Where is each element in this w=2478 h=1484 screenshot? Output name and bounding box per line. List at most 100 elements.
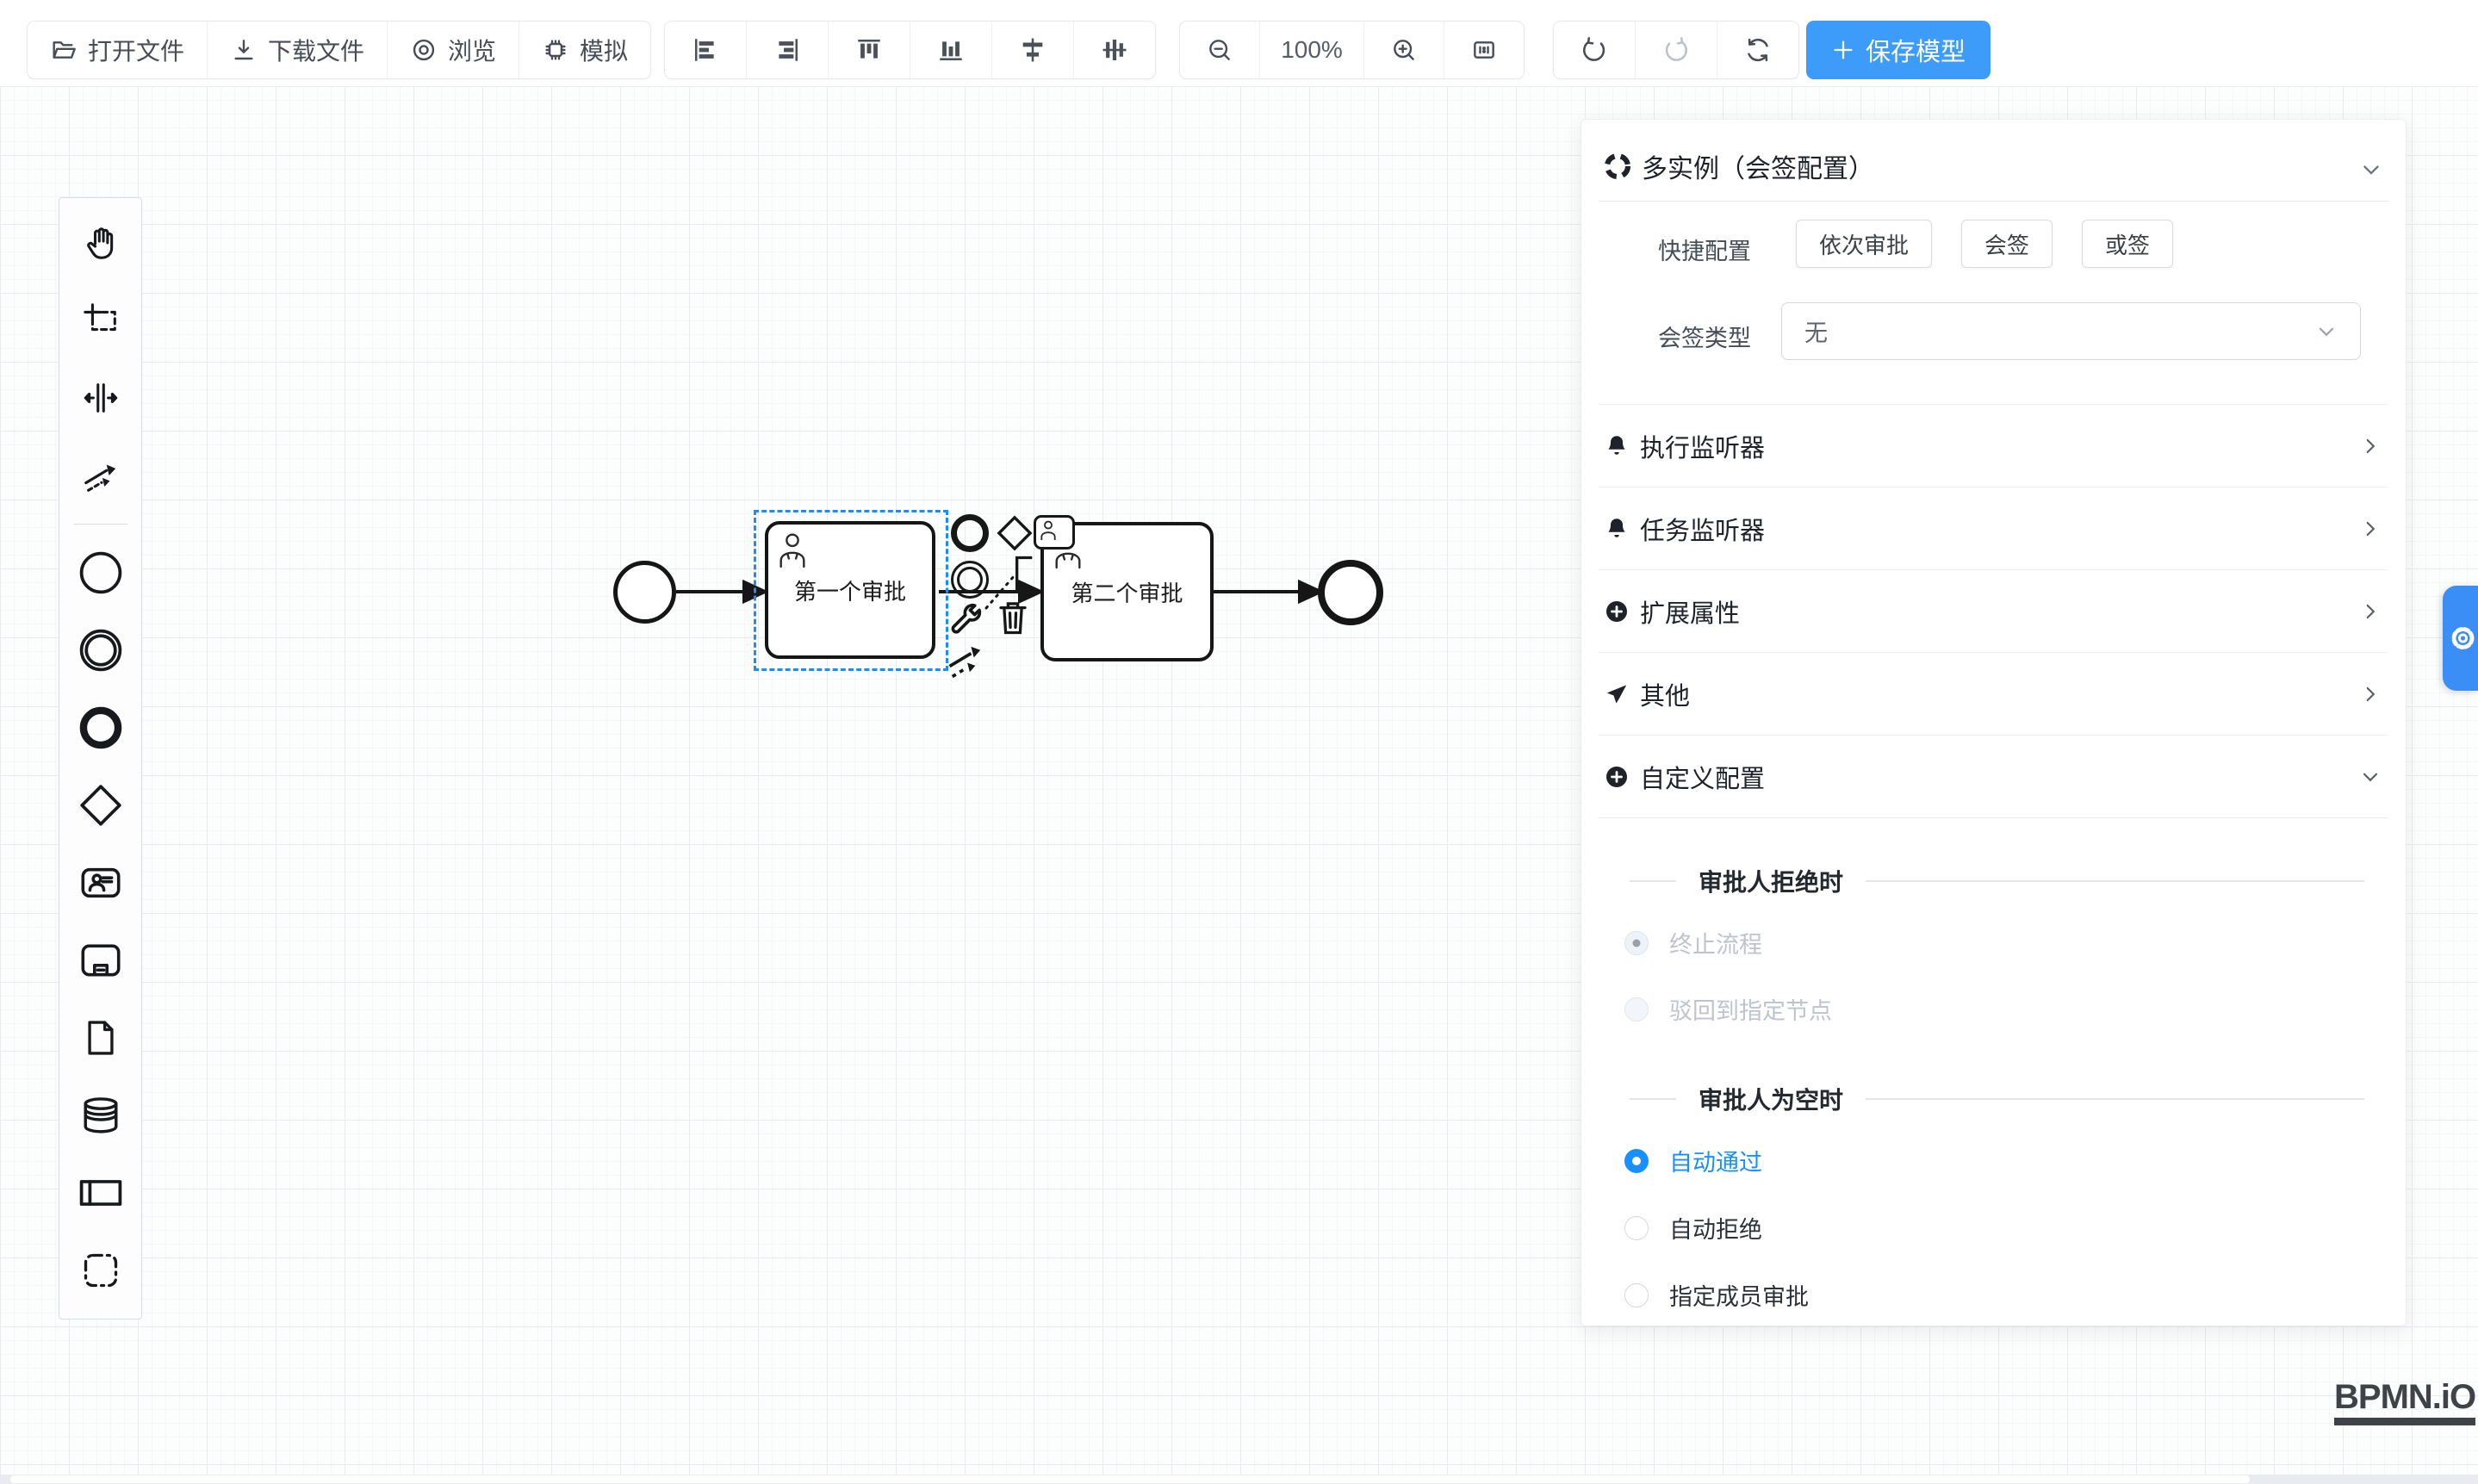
align-top-icon (854, 35, 884, 65)
lasso-tool[interactable] (59, 291, 141, 350)
bell-icon (1604, 516, 1630, 542)
space-tool-icon (81, 378, 121, 418)
align-center-horizontal-button[interactable] (991, 22, 1073, 78)
align-center-vertical-icon (1100, 35, 1129, 65)
start-event[interactable] (613, 561, 676, 624)
panel-toggle-tab[interactable] (2443, 586, 2478, 691)
end-event[interactable] (1318, 560, 1383, 625)
undo-button[interactable] (1554, 22, 1635, 78)
section-task-listener[interactable]: 任务监听器 (1599, 487, 2388, 569)
text-annotation-icon (1013, 555, 1035, 594)
section-other[interactable]: 其他 (1599, 652, 2388, 735)
palette-subprocess[interactable] (59, 931, 141, 990)
wrench-icon (947, 599, 985, 637)
open-file-button[interactable]: 打开文件 (28, 22, 207, 78)
selection-outline (754, 510, 948, 671)
sequential-approve-button[interactable]: 依次审批 (1796, 220, 1932, 268)
quick-config-buttons: 依次审批 会签 或签 (1796, 220, 2173, 268)
align-left-icon (691, 35, 720, 65)
append-text-annotation[interactable] (1013, 555, 1035, 599)
folder-open-icon (50, 36, 78, 64)
align-left-button[interactable] (665, 22, 746, 78)
save-model-button[interactable]: 保存模型 (1806, 21, 1990, 79)
palette-user-task[interactable] (59, 854, 141, 912)
reset-zoom-button[interactable] (1444, 22, 1524, 78)
zoom-out-button[interactable] (1180, 22, 1259, 78)
panel-header[interactable]: 多实例（会签配置） (1604, 147, 1874, 185)
append-end-event[interactable] (951, 514, 989, 552)
palette-intermediate-event[interactable] (59, 621, 141, 680)
radio-auto-pass[interactable]: 自动通过 (1624, 1144, 1762, 1177)
radio-label: 自动拒绝 (1669, 1211, 1762, 1245)
palette-start-event[interactable] (59, 543, 141, 602)
hand-tool[interactable] (59, 214, 141, 272)
intermediate-event-icon (951, 561, 989, 599)
section-label: 扩展属性 (1640, 593, 1740, 630)
section-custom-config[interactable]: 自定义配置 (1599, 735, 2388, 817)
chevron-right-icon (2359, 435, 2382, 457)
user-icon (1039, 519, 1058, 542)
append-gateway[interactable] (994, 512, 1035, 558)
horizontal-scrollbar[interactable] (0, 1475, 2478, 1484)
palette-end-event[interactable] (59, 699, 141, 757)
radio-button (1624, 931, 1649, 955)
radio-button (1624, 1283, 1649, 1307)
divider-line (1630, 880, 1676, 882)
section-extension-properties[interactable]: 扩展属性 (1599, 569, 2388, 652)
palette-participant[interactable] (59, 1164, 141, 1222)
download-icon (230, 36, 258, 64)
palette-data-store[interactable] (59, 1086, 141, 1145)
connect-tool[interactable] (944, 637, 989, 686)
chevron-down-icon[interactable] (2359, 158, 2383, 182)
plus-circle-icon (1604, 599, 1630, 624)
restart-icon (1743, 35, 1773, 65)
radio-label: 驳回到指定节点 (1669, 992, 1832, 1026)
divider-line (1866, 1098, 2364, 1100)
radio-terminate-process[interactable]: 终止流程 (1624, 926, 1762, 959)
align-right-button[interactable] (746, 22, 828, 78)
change-type-button[interactable] (947, 599, 985, 642)
radio-auto-reject[interactable]: 自动拒绝 (1624, 1211, 1762, 1245)
global-connect-tool[interactable] (59, 446, 141, 505)
palette-data-object[interactable] (59, 1009, 141, 1067)
simulate-button[interactable]: 模拟 (519, 22, 650, 78)
palette-group[interactable] (59, 1241, 141, 1300)
toolbar: 打开文件 下载文件 浏览 模拟 (0, 0, 2478, 86)
gateway-icon (77, 781, 125, 829)
restart-button[interactable] (1717, 22, 1798, 78)
radio-return-to-node[interactable]: 驳回到指定节点 (1624, 992, 1832, 1026)
group-icon (79, 1249, 122, 1292)
section-execution-listener[interactable]: 执行监听器 (1599, 404, 2388, 487)
download-file-button[interactable]: 下载文件 (207, 22, 387, 78)
scrollbar-thumb[interactable] (10, 1475, 2250, 1483)
align-center-horizontal-icon (1018, 35, 1047, 65)
space-tool[interactable] (59, 369, 141, 427)
zoom-in-button[interactable] (1364, 22, 1444, 78)
redo-button[interactable] (1635, 22, 1717, 78)
bpmn-io-logo[interactable]: BPMN.iO (2334, 1379, 2475, 1425)
align-bottom-button[interactable] (910, 22, 991, 78)
preview-button[interactable]: 浏览 (387, 22, 519, 78)
append-user-task-icon (1034, 515, 1075, 550)
simulate-label: 模拟 (580, 33, 628, 67)
delete-button[interactable] (995, 598, 1031, 642)
zoom-level: 100% (1259, 22, 1364, 78)
append-intermediate-event[interactable] (951, 561, 989, 599)
intermediate-event-icon (77, 626, 125, 674)
empty-group-title: 审批人为空时 (1630, 1082, 2364, 1116)
start-event-icon (77, 549, 125, 597)
or-sign-button[interactable]: 或签 (2082, 220, 2173, 268)
radio-label: 自动通过 (1669, 1144, 1762, 1177)
radio-assign-member[interactable]: 指定成员审批 (1624, 1278, 1809, 1312)
align-top-button[interactable] (828, 22, 910, 78)
preview-label: 浏览 (448, 33, 496, 67)
chevron-right-icon (2359, 600, 2382, 623)
align-center-vertical-button[interactable] (1073, 22, 1155, 78)
open-file-label: 打开文件 (88, 33, 184, 67)
palette-gateway[interactable] (59, 776, 141, 835)
properties-panel: 多实例（会签配置） 快捷配置 依次审批 会签 或签 会签类型 无 执行监听器 任… (1581, 119, 2407, 1326)
sign-type-select[interactable]: 无 (1781, 302, 2361, 360)
append-user-task[interactable] (1034, 515, 1075, 550)
reject-group-title: 审批人拒绝时 (1630, 864, 2364, 898)
countersign-button[interactable]: 会签 (1961, 220, 2053, 268)
